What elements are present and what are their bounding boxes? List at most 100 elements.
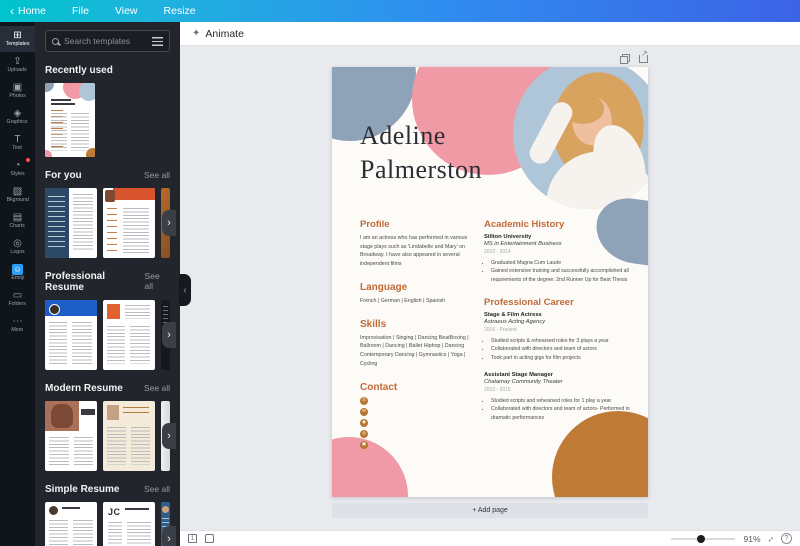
sidebar-item-charts[interactable]: ▤ Charts <box>0 208 35 234</box>
profile-section[interactable]: Profile I am an actress who has performe… <box>360 219 472 269</box>
export-page-icon[interactable] <box>639 55 648 63</box>
section-header-modern: Modern Resume See all <box>45 383 170 394</box>
email-icon: ✉ <box>360 408 368 416</box>
job-role: Stage & Film Actress <box>484 312 638 318</box>
zoom-slider-knob[interactable] <box>697 535 705 543</box>
sidebar-item-label: Graphics <box>7 120 28 125</box>
professional-career-section[interactable]: Professional Career Stage & Film Actress… <box>484 297 638 422</box>
top-menubar: ‹ Home File View Resize <box>0 0 800 22</box>
sidebar-item-folders[interactable]: ▭ Folders <box>0 286 35 312</box>
sidebar-item-uploads[interactable]: ⇪ Uploads <box>0 52 35 78</box>
sidebar-item-text[interactable]: T Text <box>0 130 35 156</box>
sidebar-item-label: Uploads <box>8 68 27 73</box>
template-thumbnail[interactable] <box>45 502 97 546</box>
language-section[interactable]: Language French | German | English | Spa… <box>360 282 472 306</box>
template-thumbnail[interactable]: JC <box>103 502 155 546</box>
sidebar-item-label: Folders <box>9 302 26 307</box>
monogram-text: JC <box>108 507 121 517</box>
sidebar-item-label: Photos <box>9 94 25 99</box>
duplicate-page-icon[interactable] <box>620 54 630 64</box>
view-menu-item[interactable]: View <box>115 5 138 17</box>
page-actions <box>332 53 648 64</box>
add-page-button[interactable]: + Add page <box>332 503 648 518</box>
see-all-link[interactable]: See all <box>145 271 170 291</box>
see-all-link[interactable]: See all <box>144 383 170 393</box>
thumb-shape <box>107 304 120 319</box>
job-bullets: Studied scripts and rehearsed roles for … <box>484 397 638 422</box>
scroll-right-chevron[interactable]: › <box>162 423 176 449</box>
profile-photo[interactable] <box>513 67 648 209</box>
scroll-right-chevron[interactable]: › <box>162 322 176 348</box>
template-thumbnail[interactable] <box>103 300 155 370</box>
zoom-controls: 91% ↕ ? <box>671 533 792 544</box>
recently-used-row <box>45 83 170 157</box>
section-title: Simple Resume <box>45 484 119 495</box>
file-menu-item[interactable]: File <box>72 5 89 17</box>
contact-section[interactable]: Contact ✆ ✉ ◉ ◎ ▣ <box>360 382 472 449</box>
thumb-shape <box>113 188 155 200</box>
skills-section[interactable]: Skills Improvisation | Singing | Dancing… <box>360 319 472 369</box>
thumb-shape <box>130 326 150 364</box>
page-manager-icon[interactable]: 1 <box>188 534 197 543</box>
profile-photo-image <box>513 67 648 209</box>
zoom-slider[interactable] <box>671 538 735 540</box>
sidebar-item-emoji[interactable]: ☺ Emoji <box>0 260 35 286</box>
academic-entry: Sillton University MS in Entertainment B… <box>484 234 638 284</box>
thumb-shape <box>73 520 93 546</box>
job-bullets: Studied scripts & rehearsed roles for 3 … <box>484 337 638 362</box>
home-menu-item[interactable]: ‹ Home <box>10 5 46 17</box>
see-all-link[interactable]: See all <box>144 170 170 180</box>
design-page[interactable]: Adeline Palmerston Profile I am an actre… <box>332 67 648 497</box>
for-you-row: › <box>45 188 170 258</box>
sidebar-item-styles[interactable]: ◔ Styles <box>0 156 35 182</box>
templates-panel: Recently used For you <box>35 22 180 546</box>
sidebar-item-logos[interactable]: ◎ Logos <box>0 234 35 260</box>
thumb-shape <box>51 103 75 105</box>
text-icon: T <box>14 135 20 145</box>
sidebar-item-more[interactable]: ⋯ More <box>0 312 35 338</box>
degree-name: MS in Entertainment Business <box>484 241 638 247</box>
job-dates: 2010 - 2016 <box>484 387 638 393</box>
canvas-area: ‹ ✦ Animate <box>180 22 800 546</box>
academic-history-section[interactable]: Academic History Sillton University MS i… <box>484 219 638 284</box>
template-thumbnail[interactable] <box>103 401 155 471</box>
phone-icon: ✆ <box>360 397 368 405</box>
filter-icon[interactable] <box>152 37 163 46</box>
sidebar-item-graphics[interactable]: ◈ Graphics <box>0 104 35 130</box>
bullet-item: Collaborated with directors and team of … <box>491 405 638 422</box>
template-thumbnail[interactable] <box>45 401 97 471</box>
thumb-shape <box>51 99 71 101</box>
panel-collapse-handle[interactable]: ‹ <box>179 274 191 306</box>
search-box[interactable] <box>45 30 170 52</box>
thumb-shape <box>48 196 65 250</box>
thumb-shape <box>162 506 169 513</box>
job-org: Astraeus Acting Agency <box>484 319 638 325</box>
simple-resume-row: JC › <box>45 502 170 546</box>
fullscreen-icon[interactable]: ↕ <box>766 533 776 543</box>
template-thumbnail[interactable] <box>45 188 97 258</box>
template-thumbnail[interactable] <box>45 83 95 157</box>
notes-icon[interactable] <box>205 534 214 543</box>
resume-name[interactable]: Adeline Palmerston <box>360 119 482 187</box>
thumb-shape <box>49 520 68 546</box>
sidebar-item-label: Emoji <box>11 276 24 281</box>
scroll-right-chevron[interactable]: › <box>162 210 176 236</box>
template-thumbnail[interactable] <box>103 188 155 258</box>
search-input[interactable] <box>64 36 147 46</box>
sidebar-item-background[interactable]: ▨ Bkground <box>0 182 35 208</box>
help-icon[interactable]: ? <box>781 533 792 544</box>
template-thumbnail[interactable] <box>45 300 97 370</box>
status-bar: 1 91% ↕ ? <box>180 530 800 546</box>
scroll-right-chevron[interactable]: › <box>162 526 176 546</box>
resize-menu-item[interactable]: Resize <box>164 5 196 17</box>
sidebar-item-photos[interactable]: ▣ Photos <box>0 78 35 104</box>
file-label: File <box>72 5 89 17</box>
zoom-percentage: 91% <box>743 534 760 544</box>
career-entry: Stage & Film Actress Astraeus Acting Age… <box>484 312 638 362</box>
location-icon: ◉ <box>360 419 368 427</box>
sidebar-item-templates[interactable]: ⊞ Templates <box>0 26 35 52</box>
animate-button[interactable]: ✦ Animate <box>192 28 244 40</box>
career-entry: Assistant Stage Manager Chalamay Communi… <box>484 372 638 422</box>
see-all-link[interactable]: See all <box>144 484 170 494</box>
website-icon: ◎ <box>360 430 368 438</box>
